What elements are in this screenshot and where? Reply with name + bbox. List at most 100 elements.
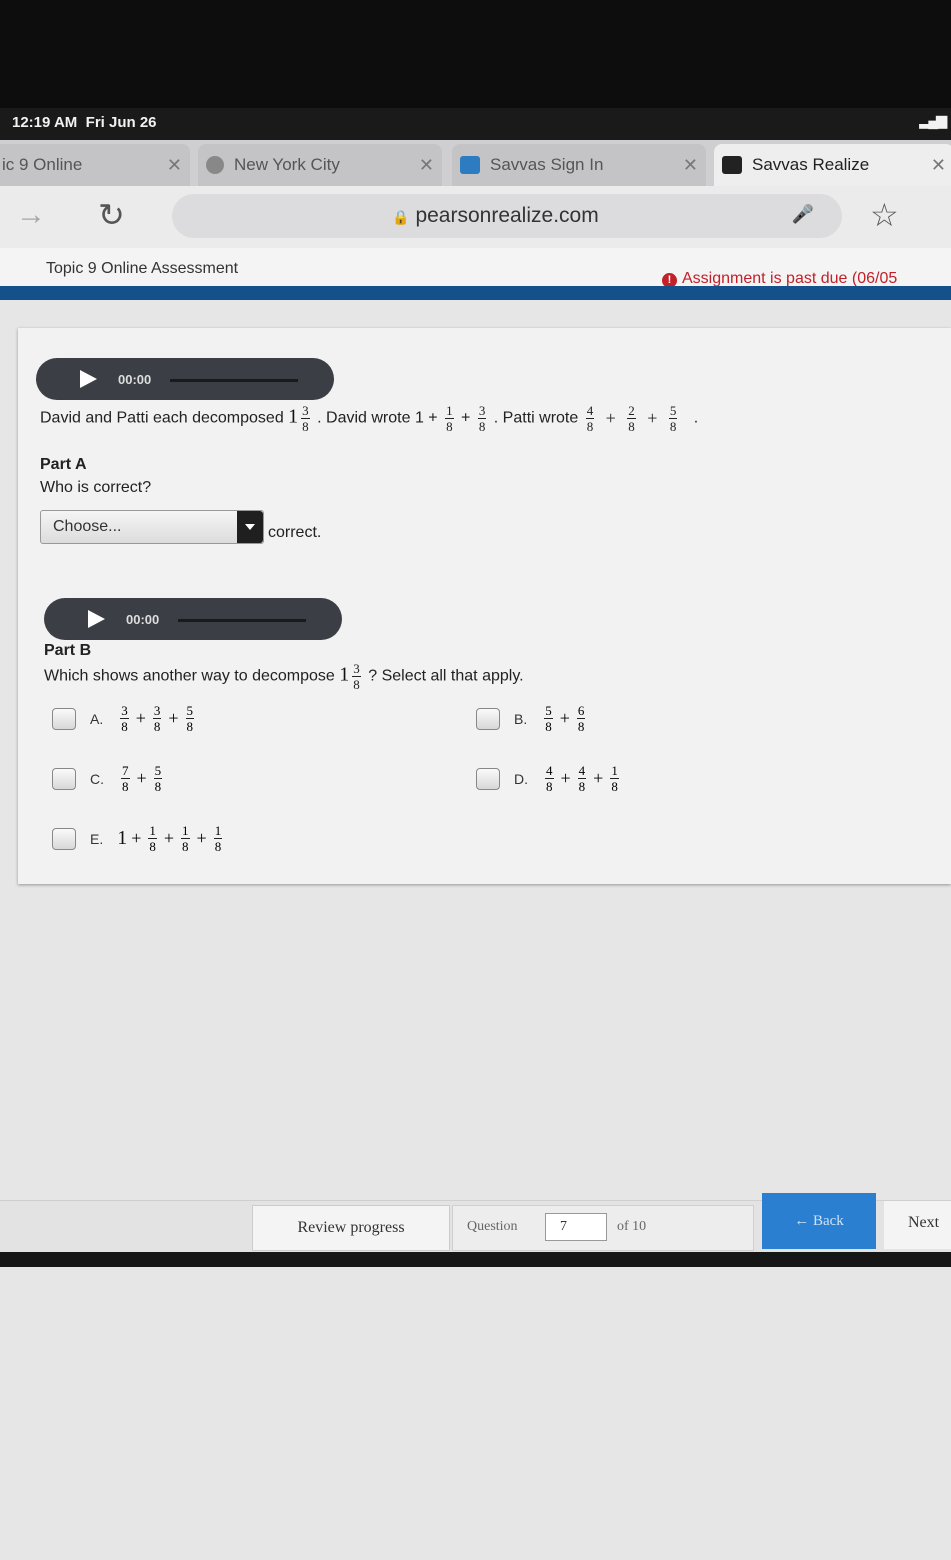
plus-sign: + <box>647 408 658 428</box>
audio-progress-track[interactable] <box>178 619 306 622</box>
audio-time: 00:00 <box>126 612 160 627</box>
question-card: 00:00 David and Patti each decomposed 13… <box>18 328 951 884</box>
numerator: 1 <box>610 763 619 779</box>
url-display: 🔒 pearsonrealize.com <box>392 204 599 228</box>
answer-dropdown[interactable]: Choose... <box>40 510 264 544</box>
denominator: 8 <box>122 779 129 794</box>
denominator: 8 <box>186 719 194 734</box>
tab-savvas-sign-in[interactable]: Savvas Sign In ✕ <box>452 144 706 186</box>
denominator: 8 <box>149 839 156 854</box>
close-icon[interactable]: ✕ <box>409 155 434 176</box>
answer-option-b[interactable]: B. 58 + 68 <box>476 704 588 733</box>
tab-new-york-city[interactable]: New York City ✕ <box>198 144 442 186</box>
part-a-label: Part A <box>40 456 87 473</box>
answer-option-c[interactable]: C. 78 + 58 <box>52 764 165 793</box>
review-progress-button[interactable]: Review progress <box>252 1205 450 1251</box>
part-b-label: Part B <box>44 642 92 659</box>
numerator: 2 <box>627 403 636 419</box>
stem-text: David and Patti each decomposed <box>40 409 284 427</box>
play-icon[interactable] <box>88 610 105 628</box>
plus-sign: + <box>461 409 471 427</box>
fraction: 18 <box>181 824 190 853</box>
browser-toolbar: → ↻ 🔒 pearsonrealize.com 🎤 ☆ <box>0 186 951 248</box>
close-icon[interactable]: ✕ <box>673 155 698 176</box>
tab-savvas-realize[interactable]: Savvas Realize ✕ <box>714 144 951 186</box>
fraction: 38 <box>301 404 310 433</box>
question-number-input[interactable]: 7 <box>545 1213 607 1241</box>
play-icon[interactable] <box>80 370 97 388</box>
realize-icon <box>722 156 742 174</box>
next-button[interactable]: Next <box>884 1201 951 1249</box>
lock-icon: 🔒 <box>392 209 410 225</box>
reload-icon[interactable]: ↻ <box>98 196 125 234</box>
assessment-title: Topic 9 Online Assessment <box>46 260 239 277</box>
plus-sign: + <box>136 768 147 788</box>
mixed-number-whole: 1 <box>288 405 299 428</box>
audio-player[interactable]: 00:00 <box>36 358 334 400</box>
option-letter: C. <box>90 770 104 787</box>
option-checkbox[interactable] <box>52 827 76 850</box>
audio-progress-track[interactable] <box>170 379 298 382</box>
question-total: of 10 <box>617 1219 647 1234</box>
tab-label: Savvas Realize <box>752 155 870 174</box>
dropdown-value: Choose... <box>53 518 122 535</box>
numerator: 6 <box>576 703 586 719</box>
denominator: 8 <box>586 419 594 434</box>
answer-option-e[interactable]: E. 1 + 18 + 18 + 18 <box>52 824 225 853</box>
numerator: 5 <box>668 403 678 419</box>
numerator: 5 <box>153 763 163 779</box>
question-label: Question <box>467 1219 518 1234</box>
numerator: 3 <box>352 661 361 677</box>
denominator: 8 <box>353 677 360 692</box>
url-text: pearsonrealize.com <box>415 204 599 227</box>
device-bezel-bottom <box>0 1252 951 1267</box>
fraction: 18 <box>610 764 619 793</box>
fraction: 68 <box>576 703 586 733</box>
fraction: 28 <box>627 404 636 433</box>
denominator: 8 <box>154 779 162 794</box>
option-checkbox[interactable] <box>52 707 76 730</box>
back-button[interactable]: ← Back <box>762 1193 876 1249</box>
numerator: 4 <box>577 763 587 779</box>
fraction: 58 <box>544 704 553 733</box>
fraction: 38 <box>477 403 487 433</box>
tab-topic-9-online[interactable]: ic 9 Online ✕ <box>0 144 190 186</box>
option-checkbox[interactable] <box>52 767 76 790</box>
fraction: 18 <box>213 823 223 853</box>
device-bezel-top <box>0 0 951 108</box>
close-icon[interactable]: ✕ <box>921 155 946 176</box>
fraction: 58 <box>668 403 678 433</box>
globe-icon <box>206 156 224 174</box>
option-checkbox[interactable] <box>476 767 500 790</box>
question-stem: David and Patti each decomposed 138 . Da… <box>40 404 698 433</box>
close-icon[interactable]: ✕ <box>157 155 182 176</box>
assessment-footer: Review progress Question 7 of 10 ← Back … <box>0 1193 951 1253</box>
audio-player[interactable]: 00:00 <box>44 598 342 640</box>
denominator: 8 <box>182 839 189 854</box>
numerator: 4 <box>545 763 554 779</box>
option-letter: A. <box>90 710 104 727</box>
savvas-icon <box>460 156 480 174</box>
part-a-question: Who is correct? <box>40 479 152 496</box>
denominator: 8 <box>545 719 552 734</box>
bookmark-star-icon[interactable]: ☆ <box>870 196 899 234</box>
numerator: 5 <box>185 703 195 719</box>
plus-sign: + <box>163 828 175 848</box>
numerator: 3 <box>477 403 487 419</box>
plus-sign: + <box>605 408 616 428</box>
numerator: 5 <box>544 703 553 719</box>
microphone-icon[interactable]: 🎤 <box>792 204 814 225</box>
numerator: 1 <box>148 823 157 839</box>
answer-option-a[interactable]: A. 38 + 38 + 58 <box>52 704 197 733</box>
chevron-down-icon[interactable] <box>237 511 263 543</box>
answer-option-d[interactable]: D. 48 + 48 + 18 <box>476 764 622 793</box>
numerator: 1 <box>213 823 223 839</box>
audio-time: 00:00 <box>118 372 152 387</box>
fraction: 48 <box>577 763 587 793</box>
option-checkbox[interactable] <box>476 707 500 730</box>
address-bar[interactable]: 🔒 pearsonrealize.com 🎤 <box>172 194 842 238</box>
denominator: 8 <box>446 419 453 434</box>
whole-number: 1 <box>117 827 128 849</box>
forward-icon[interactable]: → <box>16 198 46 232</box>
fraction: 48 <box>545 764 554 793</box>
